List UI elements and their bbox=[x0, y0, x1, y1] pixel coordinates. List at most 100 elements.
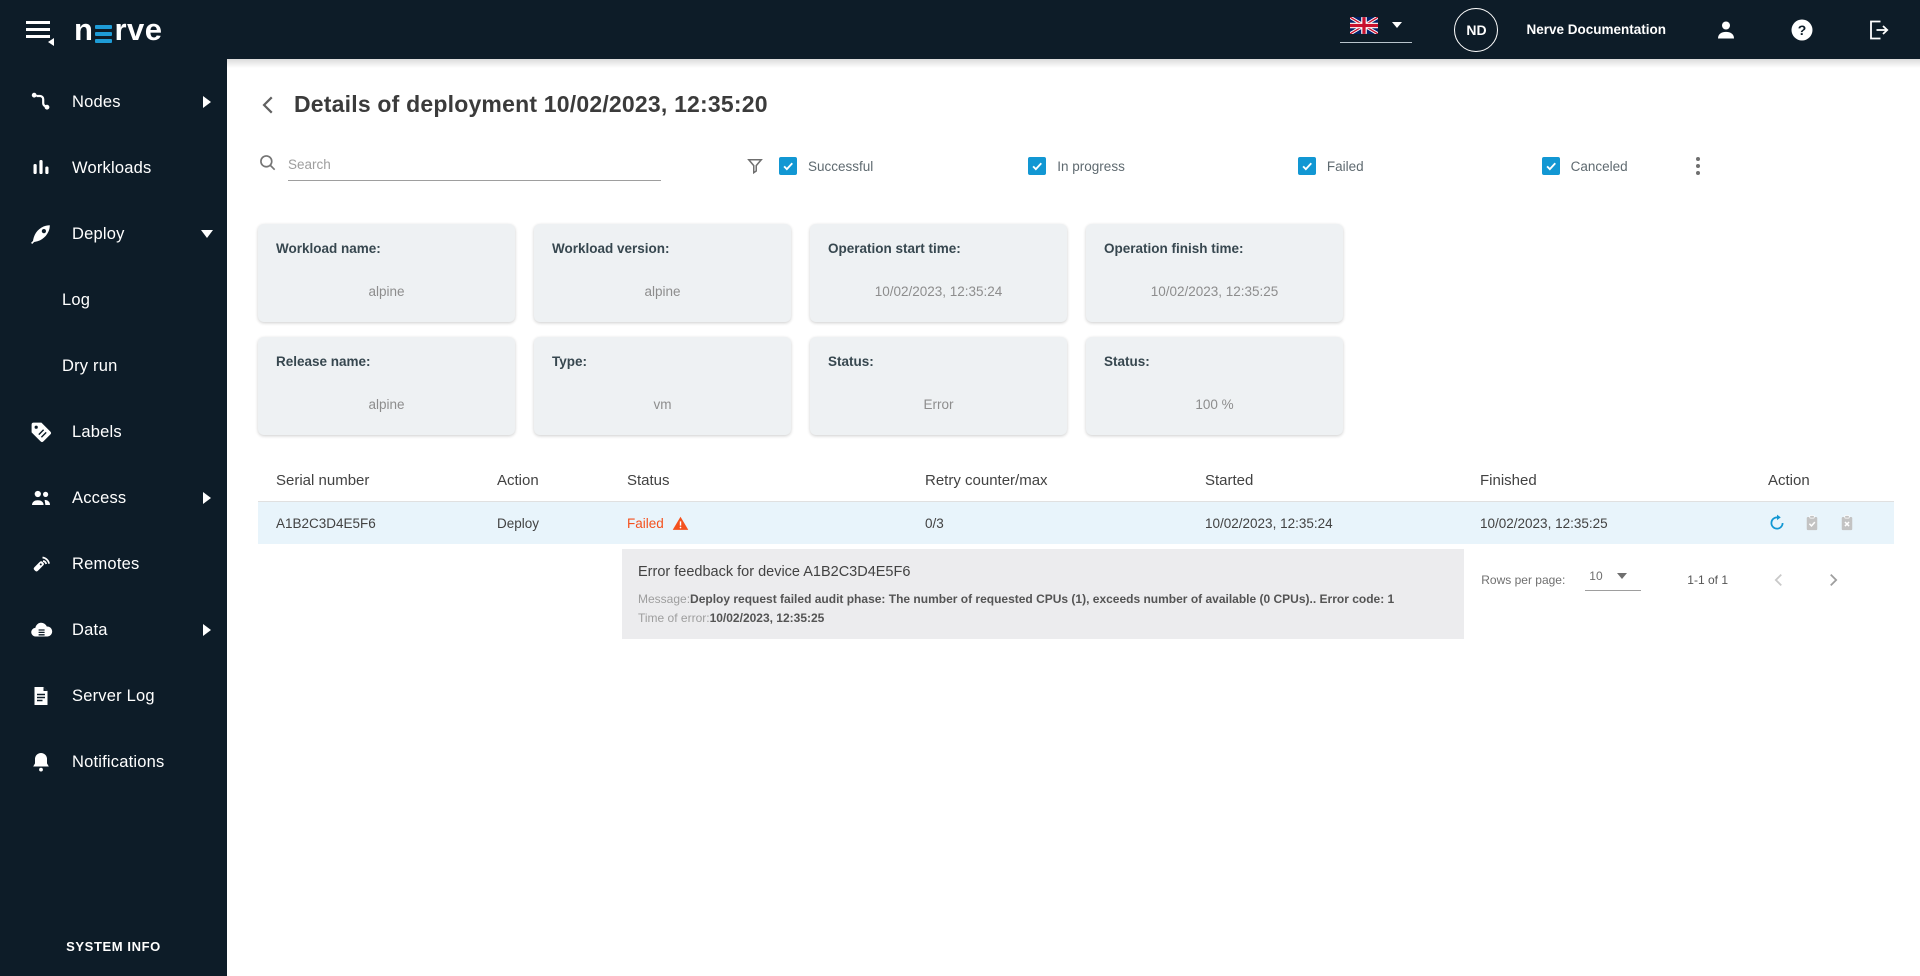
column-header: Retry counter/max bbox=[925, 472, 1048, 489]
card-label: Status: bbox=[1104, 354, 1150, 369]
search-input[interactable] bbox=[288, 151, 661, 181]
rows-per-page-label: Rows per page: bbox=[1481, 573, 1566, 587]
checkbox-checked-icon bbox=[1028, 157, 1047, 175]
column-header: Finished bbox=[1480, 472, 1537, 489]
labels-tag-icon bbox=[31, 422, 51, 442]
sidebar-item-nodes[interactable]: Nodes bbox=[0, 69, 227, 135]
sidebar-item-deploy[interactable]: Deploy bbox=[0, 201, 227, 267]
sidebar-item-log[interactable]: Log bbox=[0, 267, 227, 333]
column-header: Action bbox=[1768, 472, 1810, 489]
cell-status: Failed bbox=[609, 515, 907, 532]
sidebar-item-notifications[interactable]: Notifications bbox=[0, 729, 227, 795]
server-log-document-icon bbox=[34, 687, 48, 705]
card-value: vm bbox=[653, 397, 672, 412]
sidebar-item-access[interactable]: Access bbox=[0, 465, 227, 531]
sidebar-item-label: Dry run bbox=[62, 356, 118, 375]
column-header: Serial number bbox=[276, 472, 370, 489]
rows-per-page-select[interactable]: 10 bbox=[1585, 569, 1642, 591]
deployment-table: Serial number Action Status Retry counte… bbox=[258, 472, 1894, 749]
chevron-right-icon bbox=[203, 624, 211, 636]
language-selector[interactable] bbox=[1340, 16, 1413, 43]
clipboard-cancel-icon[interactable] bbox=[1838, 514, 1856, 532]
column-header: Action bbox=[497, 472, 539, 489]
error-time-label: Time of error: bbox=[638, 611, 710, 625]
checkbox-canceled[interactable]: Canceled bbox=[1541, 157, 1628, 175]
logo-text-suffix: rve bbox=[114, 11, 163, 47]
kebab-menu-icon[interactable] bbox=[1688, 155, 1708, 177]
checkbox-failed[interactable]: Failed bbox=[1297, 157, 1364, 175]
logout-icon[interactable] bbox=[1866, 18, 1890, 42]
checkbox-label: Successful bbox=[808, 158, 874, 174]
checkbox-label: Canceled bbox=[1570, 158, 1628, 174]
chevron-down-icon bbox=[1392, 22, 1403, 28]
user-icon[interactable] bbox=[1714, 18, 1738, 42]
info-card-operation-finish-time: Operation finish time: 10/02/2023, 12:35… bbox=[1086, 224, 1343, 322]
clipboard-check-icon[interactable] bbox=[1803, 514, 1821, 532]
topbar: n rve ND Nerve Documentation ? bbox=[0, 0, 1920, 59]
sidebar-item-remotes[interactable]: Remotes bbox=[0, 531, 227, 597]
error-feedback-title: Error feedback for device A1B2C3D4E5F6 bbox=[638, 564, 911, 580]
sidebar-item-label: Workloads bbox=[72, 158, 152, 177]
checkbox-label: Failed bbox=[1326, 158, 1364, 174]
page-title: Details of deployment 10/02/2023, 12:35:… bbox=[294, 91, 768, 117]
card-label: Type: bbox=[552, 354, 588, 369]
remotes-icon bbox=[33, 556, 50, 572]
sidebar-item-server-log[interactable]: Server Log bbox=[0, 663, 227, 729]
sidebar-item-label: Nodes bbox=[72, 92, 121, 111]
card-label: Workload version: bbox=[552, 241, 670, 256]
sidebar-item-labels[interactable]: Labels bbox=[0, 399, 227, 465]
pagination: Rows per page: 10 1-1 of 1 bbox=[1481, 569, 1842, 591]
chevron-right-icon bbox=[203, 492, 211, 504]
chevron-down-icon bbox=[201, 230, 213, 238]
logo-text-prefix: n bbox=[74, 11, 94, 47]
checkbox-checked-icon bbox=[1541, 157, 1560, 175]
notifications-bell-icon bbox=[33, 753, 49, 772]
previous-page-icon[interactable] bbox=[1770, 571, 1788, 589]
sidebar-item-label: Remotes bbox=[72, 554, 140, 573]
card-label: Operation start time: bbox=[828, 241, 961, 256]
info-card-status-percent: Status: 100 % bbox=[1086, 337, 1343, 435]
sidebar-item-label: Server Log bbox=[72, 686, 155, 705]
table-header: Serial number Action Status Retry counte… bbox=[258, 472, 1894, 502]
filter-icon[interactable] bbox=[745, 156, 765, 176]
cell-started: 10/02/2023, 12:35:24 bbox=[1205, 515, 1333, 531]
card-value: alpine bbox=[644, 284, 681, 299]
help-icon[interactable]: ? bbox=[1790, 18, 1814, 42]
back-button[interactable] bbox=[258, 94, 280, 116]
chevron-right-icon bbox=[203, 96, 211, 108]
sidebar-item-data[interactable]: Data bbox=[0, 597, 227, 663]
deploy-rocket-icon bbox=[31, 225, 50, 244]
nodes-icon bbox=[31, 92, 50, 110]
data-cloud-icon bbox=[31, 622, 53, 637]
card-label: Workload name: bbox=[276, 241, 381, 256]
access-users-icon bbox=[32, 490, 50, 505]
sidebar-item-workloads[interactable]: Workloads bbox=[0, 135, 227, 201]
system-info-link[interactable]: SYSTEM INFO bbox=[0, 939, 227, 954]
checkbox-in-progress[interactable]: In progress bbox=[1028, 157, 1125, 175]
retry-icon[interactable] bbox=[1768, 514, 1786, 532]
card-value: 10/02/2023, 12:35:25 bbox=[1150, 284, 1279, 299]
cell-serial-number: A1B2C3D4E5F6 bbox=[276, 515, 376, 531]
nerve-logo: n rve bbox=[74, 12, 162, 48]
status-text: Failed bbox=[627, 515, 664, 531]
cell-retry-counter: 0/3 bbox=[925, 515, 944, 531]
sidebar-item-dry-run[interactable]: Dry run bbox=[0, 333, 227, 399]
sidebar-item-label: Access bbox=[72, 488, 127, 507]
cell-row-actions bbox=[1750, 514, 1894, 532]
card-label: Operation finish time: bbox=[1104, 241, 1244, 256]
info-card-release-name: Release name: alpine bbox=[258, 337, 515, 435]
sidebar-item-label: Notifications bbox=[72, 752, 165, 771]
hamburger-menu-icon[interactable] bbox=[26, 17, 54, 46]
sidebar-item-label: Deploy bbox=[72, 224, 125, 243]
checkbox-successful[interactable]: Successful bbox=[779, 157, 873, 175]
card-value: 10/02/2023, 12:35:24 bbox=[874, 284, 1003, 299]
avatar[interactable]: ND bbox=[1454, 7, 1499, 52]
card-value: Error bbox=[923, 397, 954, 412]
nerve-documentation-link[interactable]: Nerve Documentation bbox=[1526, 22, 1666, 37]
error-message-text: Deploy request failed audit phase: The n… bbox=[690, 592, 1395, 606]
page-range: 1-1 of 1 bbox=[1687, 573, 1728, 587]
sidebar-item-label: Labels bbox=[72, 422, 122, 441]
table-row[interactable]: A1B2C3D4E5F6 Deploy Failed 0/3 10/02/202… bbox=[258, 502, 1894, 544]
next-page-icon[interactable] bbox=[1824, 571, 1842, 589]
card-value: alpine bbox=[368, 284, 405, 299]
